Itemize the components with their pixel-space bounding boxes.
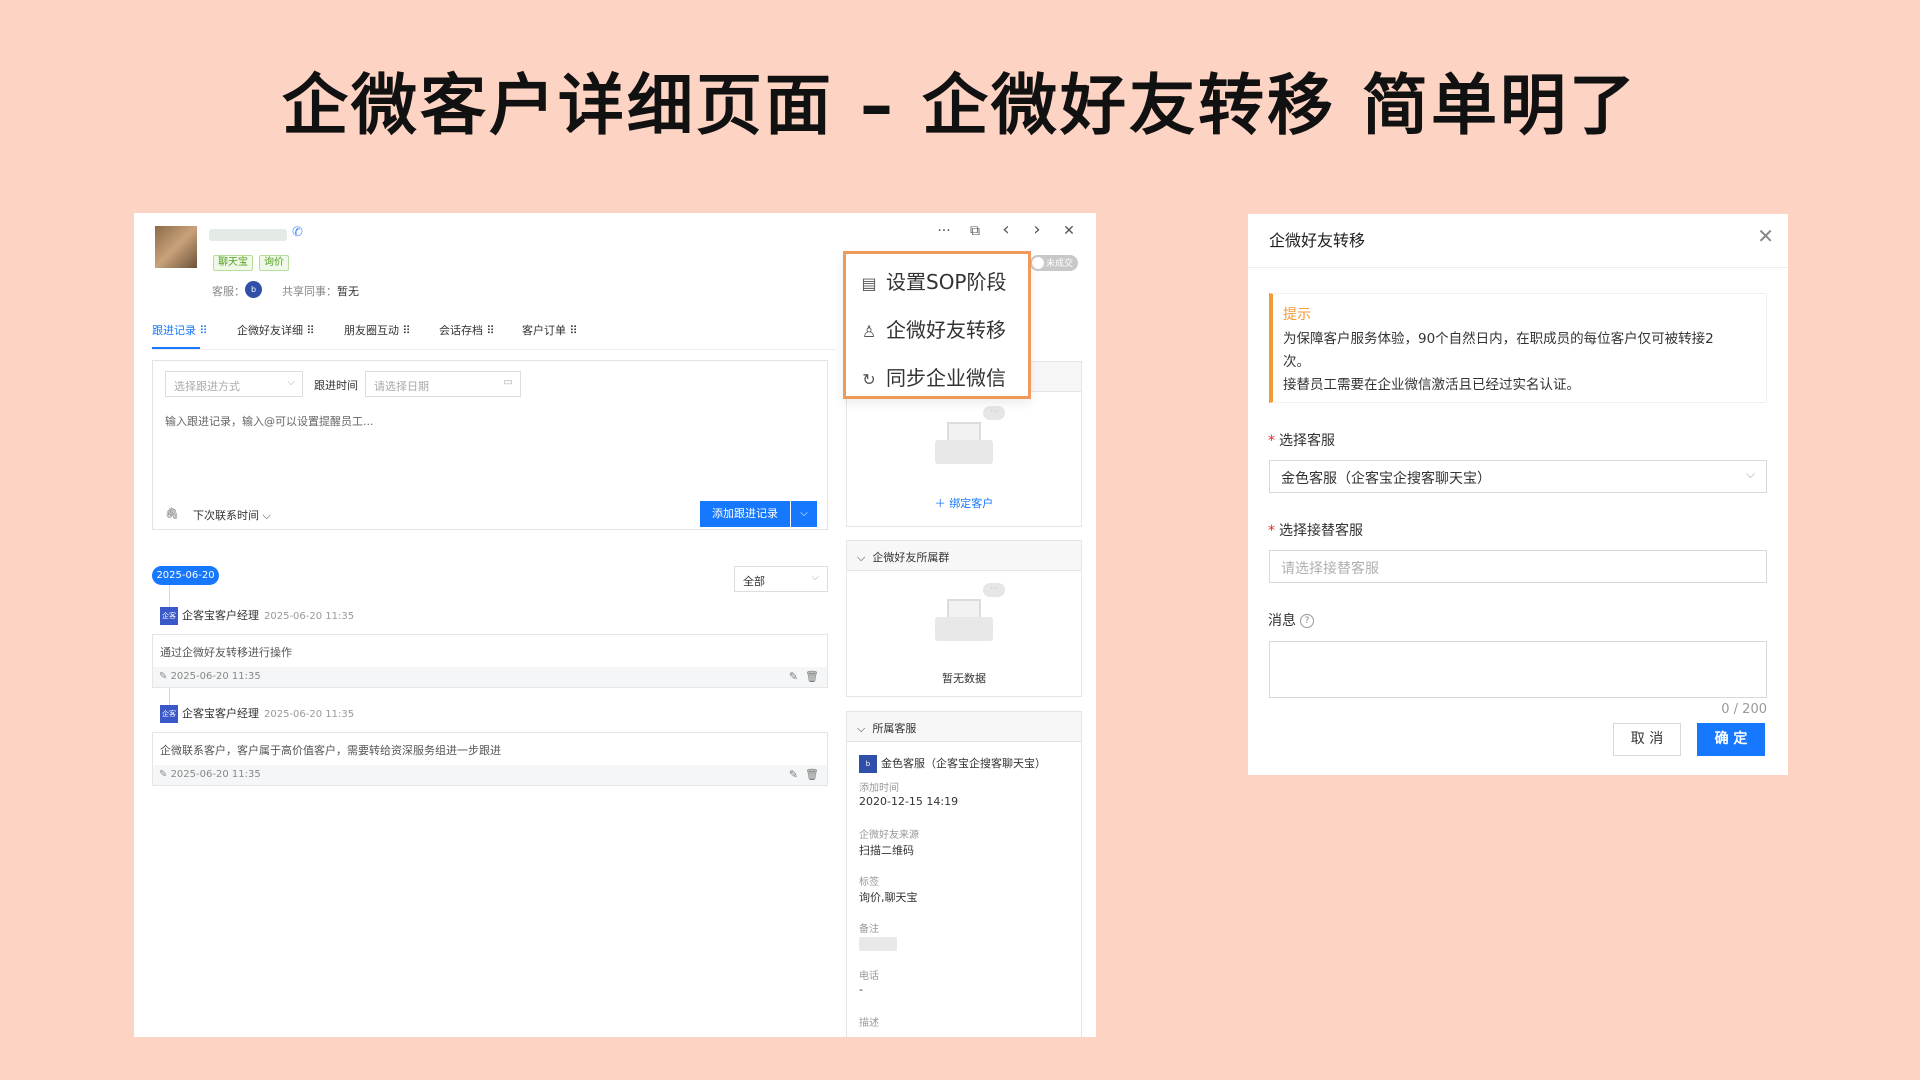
- sop-icon: ▤: [861, 274, 877, 293]
- kefu-select[interactable]: 金色客服（企客宝企搜客聊天宝） ⌵: [1269, 460, 1767, 493]
- timeline-entry: 企微联系客户，客户属于高价值客户，需要转给资深服务组进一步跟进 ✎ 2025-0…: [152, 732, 828, 786]
- entry-footer: ✎ 2025-06-20 11:35 ✎ 🗑: [153, 765, 827, 785]
- field-label: 标签: [859, 877, 879, 888]
- help-icon[interactable]: ?: [1300, 614, 1314, 628]
- kefu-avatar[interactable]: b: [245, 281, 262, 298]
- tabs-divider: [152, 349, 836, 350]
- confirm-button[interactable]: 确 定: [1697, 723, 1765, 756]
- timeline-entry: 通过企微好友转移进行操作 ✎ 2025-06-20 11:35 ✎ 🗑: [152, 634, 828, 688]
- kefu-avatar: b: [859, 755, 877, 773]
- deal-status-toggle[interactable]: 未成交: [1030, 255, 1078, 271]
- notice-line: 为保障客户服务体验，90个自然日内，在职成员的每位客户仅可被转接2: [1283, 331, 1714, 347]
- add-record-dropdown-button[interactable]: ⌵: [791, 501, 817, 527]
- char-counter: 0 / 200: [1721, 702, 1767, 717]
- entry-header: 企客宝企客宝客户经理 2025-06-20 11:35: [160, 607, 355, 638]
- field-label: 描述: [859, 1018, 879, 1029]
- field-value: 询价,聊天宝: [859, 891, 918, 904]
- kefu-field-label: * 选择客服: [1268, 433, 1335, 449]
- notice-line: 次。: [1283, 354, 1310, 370]
- record-filter-select[interactable]: 全部 ⌵: [734, 566, 828, 592]
- page-title: 企微客户详细页面 – 企微好友转移 简单明了: [282, 67, 1638, 144]
- next-icon[interactable]: ›: [1027, 219, 1047, 240]
- customer-tag: 询价: [259, 255, 289, 271]
- customer-avatar: [155, 226, 197, 268]
- entry-footer: ✎ 2025-06-20 11:35 ✎ 🗑: [153, 667, 827, 687]
- tab-customer-orders[interactable]: 客户订单 ⠿: [522, 322, 578, 338]
- empty-inbox-icon: ···: [935, 583, 1005, 641]
- edit-icon[interactable]: ✎: [789, 670, 798, 683]
- edit-icon[interactable]: ✎: [789, 768, 798, 781]
- menu-item-wecom-transfer[interactable]: ♙ 企微好友转移: [858, 314, 1006, 343]
- open-window-icon[interactable]: ⧉: [965, 223, 985, 239]
- menu-item-set-sop[interactable]: ▤ 设置SOP阶段: [858, 266, 1006, 295]
- field-label: 电话: [859, 971, 879, 982]
- message-textarea[interactable]: [1269, 641, 1767, 698]
- modal-divider: [1248, 267, 1788, 268]
- kefu-label: 客服：: [212, 285, 245, 298]
- add-record-button[interactable]: 添加跟进记录: [700, 501, 790, 527]
- attach-icon[interactable]: 🖇: [165, 507, 179, 520]
- tab-chat-archive[interactable]: 会话存档 ⠿: [439, 322, 495, 338]
- close-icon[interactable]: ✕: [1757, 224, 1774, 248]
- replace-field-label: * 选择接替客服: [1268, 523, 1363, 539]
- close-icon[interactable]: ✕: [1059, 223, 1079, 239]
- modal-title: 企微好友转移: [1269, 231, 1366, 250]
- entry-content: 企微联系客户，客户属于高价值客户，需要转给资深服务组进一步跟进: [160, 744, 501, 757]
- toggle-label: 未成交: [1046, 259, 1074, 269]
- notice-title: 提示: [1283, 307, 1311, 323]
- kefu-card: ⌵ 所属客服 b 金色客服（企客宝企搜客聊天宝） 添加时间 2020-12-15 …: [846, 711, 1082, 1037]
- follow-time-label: 跟进时间: [314, 379, 358, 392]
- message-field-label: 消息?: [1268, 610, 1314, 630]
- entry-header: 企客宝企客宝客户经理 2025-06-20 11:35: [160, 705, 355, 736]
- sync-icon: ↻: [862, 370, 876, 389]
- tab-moments[interactable]: 朋友圈互动 ⠿: [344, 322, 411, 338]
- groups-card: ⌵ 企微好友所属群 ··· 暂无数据: [846, 540, 1082, 697]
- prev-icon[interactable]: ‹: [996, 219, 1016, 240]
- bind-customer-link[interactable]: ＋ 绑定客户: [847, 495, 1081, 511]
- delete-icon[interactable]: 🗑: [805, 670, 819, 683]
- menu-item-sync-wecom[interactable]: ↻ 同步企业微信: [858, 362, 1006, 391]
- phone-icon[interactable]: ✆: [292, 225, 303, 240]
- wecom-transfer-modal: 企微好友转移 ✕ 提示 为保障客户服务体验，90个自然日内，在职成员的每位客户仅…: [1248, 214, 1788, 775]
- remark-redacted: [859, 937, 897, 951]
- customer-tag: 聊天宝: [213, 255, 253, 271]
- groups-card-header[interactable]: ⌵ 企微好友所属群: [847, 541, 1081, 571]
- kefu-card-header[interactable]: ⌵ 所属客服: [847, 712, 1081, 742]
- user-transfer-icon: ♙: [861, 322, 877, 341]
- customer-name-redacted: [209, 229, 287, 241]
- more-icon[interactable]: ···: [934, 223, 954, 239]
- notice-line: 接替员工需要在企业微信激活且已经过实名认证。: [1283, 377, 1580, 393]
- next-contact-select[interactable]: 下次联系时间 ⌵: [193, 507, 271, 523]
- empty-inbox-icon: ···: [935, 406, 1005, 464]
- more-actions-menu: ▤ 设置SOP阶段 ♙ 企微好友转移 ↻ 同步企业微信: [843, 251, 1031, 399]
- timeline-date: 2025-06-20: [152, 566, 219, 585]
- field-label: 企微好友来源: [859, 830, 919, 841]
- share-value: 暂无: [337, 285, 359, 298]
- entry-avatar: 企客宝: [160, 705, 178, 736]
- notice-box: 提示 为保障客户服务体验，90个自然日内，在职成员的每位客户仅可被转接2 次。 …: [1269, 293, 1767, 403]
- field-value: 扫描二维码: [859, 844, 914, 857]
- toggle-knob: [1032, 257, 1044, 269]
- entry-content: 通过企微好友转移进行操作: [160, 646, 292, 659]
- field-label: 备注: [859, 924, 879, 935]
- cancel-button[interactable]: 取 消: [1613, 723, 1681, 756]
- tab-wecom-friend-detail[interactable]: 企微好友详细 ⠿: [237, 322, 315, 338]
- entry-avatar: 企客宝: [160, 607, 178, 638]
- delete-icon[interactable]: 🗑: [805, 768, 819, 781]
- replace-kefu-select[interactable]: 请选择接替客服: [1269, 550, 1767, 583]
- field-label: 添加时间: [859, 783, 899, 794]
- follow-content-input[interactable]: 输入跟进记录，输入@可以设置提醒员工...: [165, 413, 374, 429]
- tab-follow-records[interactable]: 跟进记录 ⠿: [152, 322, 208, 338]
- follow-method-select[interactable]: 选择跟进方式 ⌵: [165, 371, 303, 397]
- field-value: -: [859, 983, 863, 996]
- follow-record-form: 选择跟进方式 ⌵ 跟进时间 请选择日期 ▭ 输入跟进记录，输入@可以设置提醒员工..…: [152, 360, 828, 530]
- field-value: 2020-12-15 14:19: [859, 795, 959, 808]
- groups-empty-text: 暂无数据: [942, 672, 986, 685]
- share-label: 共享同事：暂无: [282, 285, 359, 298]
- follow-date-picker[interactable]: 请选择日期 ▭: [365, 371, 521, 397]
- kefu-name: b 金色客服（企客宝企搜客聊天宝）: [859, 755, 1046, 773]
